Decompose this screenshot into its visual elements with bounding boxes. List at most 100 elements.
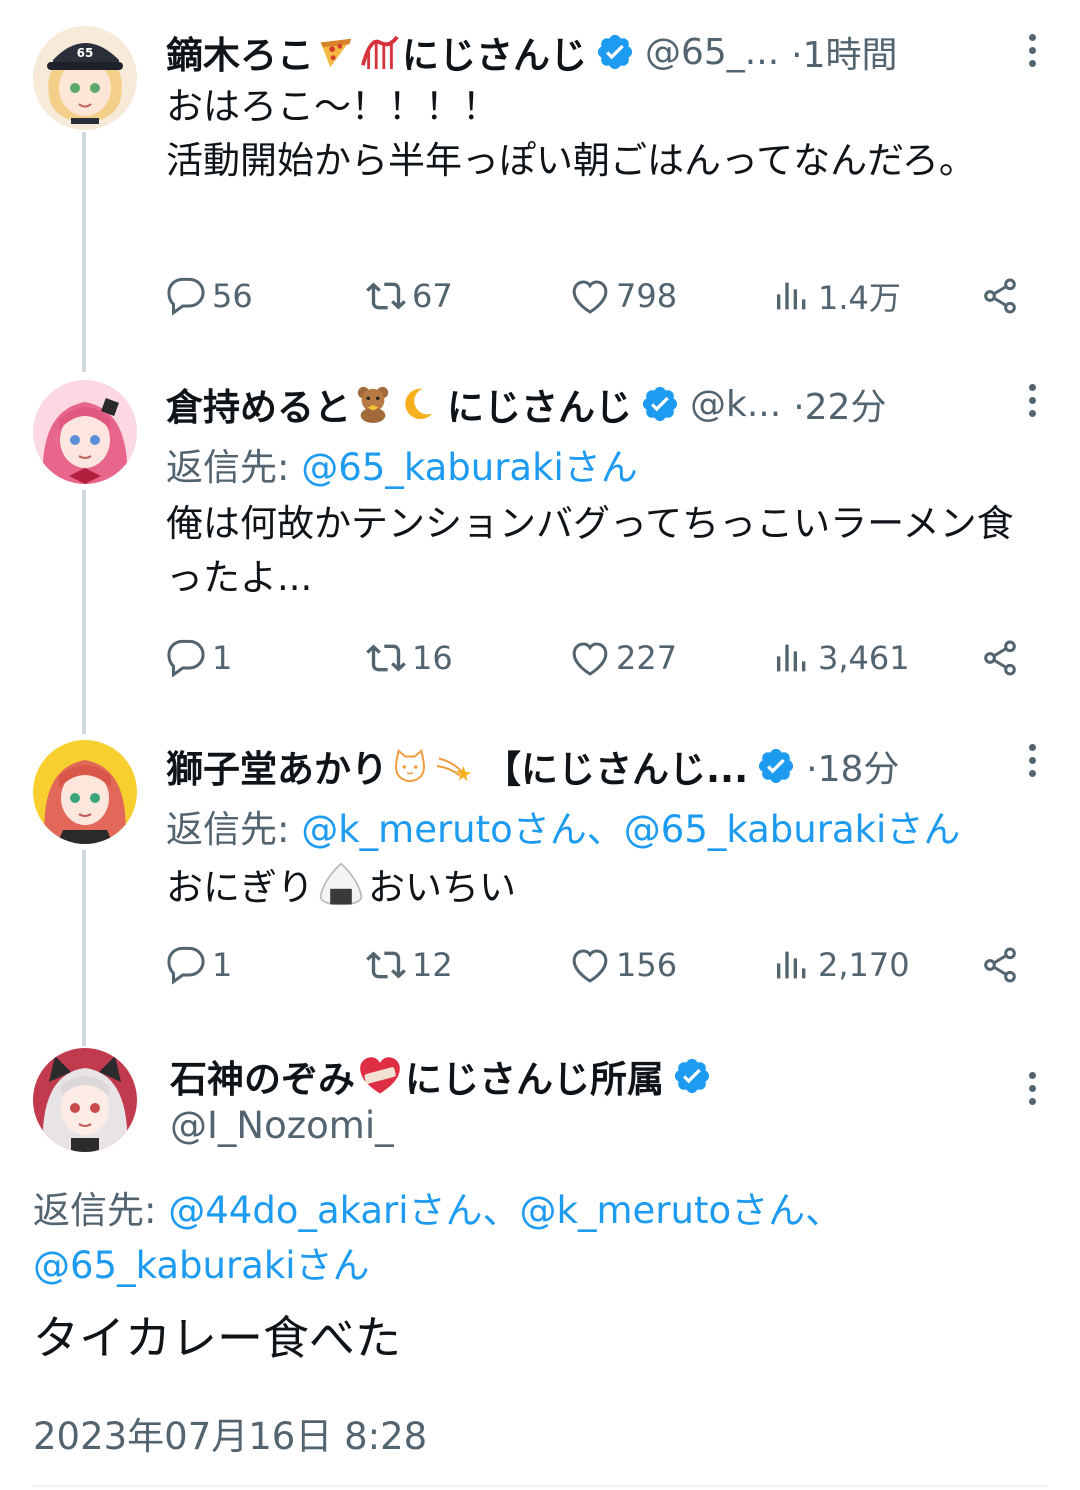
- handle[interactable]: @65_...: [645, 32, 779, 73]
- retweet-button[interactable]: 12: [366, 940, 453, 990]
- view-count: 3,461: [818, 639, 910, 677]
- handle[interactable]: @k...: [690, 384, 781, 425]
- timestamp[interactable]: ·22分: [793, 378, 886, 430]
- retweet-count: 67: [412, 277, 453, 315]
- reply-button[interactable]: 56: [166, 271, 253, 321]
- share-button[interactable]: [980, 271, 1020, 321]
- timestamp[interactable]: ·18分: [806, 740, 899, 792]
- avatar[interactable]: [33, 740, 137, 844]
- verified-badge-icon: [597, 34, 633, 70]
- reply-to-mention[interactable]: @44do_akariさん、@k_merutoさん、: [168, 1189, 842, 1232]
- handle[interactable]: @I_Nozomi_: [170, 1104, 394, 1147]
- action-bar: 1 16 227 3,461: [166, 633, 1020, 683]
- analytics-icon: [777, 282, 806, 310]
- views-button[interactable]: 2,170: [772, 940, 910, 990]
- affiliation[interactable]: にじさんじ: [402, 25, 587, 79]
- avatar[interactable]: [33, 1048, 137, 1152]
- teddy-bear-emoji: [357, 386, 389, 423]
- like-count: 227: [616, 639, 678, 677]
- reply-icon: [167, 946, 205, 985]
- heart-icon: [572, 949, 608, 983]
- thread-line: [82, 850, 86, 1046]
- views-button[interactable]: 3,461: [772, 633, 910, 683]
- affiliation[interactable]: にじさんじ: [447, 377, 632, 431]
- retweet-icon: [366, 644, 406, 672]
- tweet-text: タイカレー食べた: [33, 1311, 401, 1365]
- reply-count: 1: [212, 639, 233, 677]
- share-button[interactable]: [980, 633, 1020, 683]
- views-button[interactable]: 1.4万: [772, 271, 901, 321]
- roller-coaster-emoji: [361, 35, 399, 70]
- avatar-image: [33, 380, 137, 484]
- like-button[interactable]: 227: [570, 633, 677, 683]
- more-options-icon[interactable]: [1026, 384, 1038, 424]
- rice-ball-emoji: [319, 862, 363, 906]
- reply-count: 56: [212, 277, 253, 315]
- reply-to: 返信先: @k_merutoさん、@65_kaburakiさん: [166, 799, 960, 853]
- reply-to-mention[interactable]: @k_merutoさん、@65_kaburakiさん: [301, 808, 960, 851]
- like-button[interactable]: 798: [570, 271, 677, 321]
- retweet-button[interactable]: 67: [366, 271, 453, 321]
- verified-badge-icon: [674, 1058, 710, 1094]
- reply-to-label: 返信先:: [166, 446, 290, 489]
- display-name[interactable]: 石神のぞみ: [170, 1049, 355, 1103]
- reply-to-mention[interactable]: @65_kaburakiさん: [301, 446, 638, 489]
- verified-badge-icon: [642, 386, 678, 422]
- svg-text:65: 65: [77, 46, 94, 60]
- affiliation[interactable]: にじさんじ所属: [405, 1049, 664, 1103]
- tweet-text-part: おにぎり: [166, 866, 314, 909]
- retweet-count: 16: [412, 639, 453, 677]
- reply-icon: [167, 639, 205, 678]
- post-timestamp[interactable]: 2023年07月16日 8:28: [33, 1406, 427, 1460]
- share-icon: [984, 947, 1016, 983]
- timestamp[interactable]: ·1時間: [791, 26, 897, 78]
- like-count: 798: [616, 277, 678, 315]
- avatar-image: [33, 1048, 137, 1152]
- display-name[interactable]: 鏑木ろこ: [166, 25, 314, 79]
- reply-to: 返信先: @65_kaburakiさん: [166, 437, 638, 491]
- reply-to-mention[interactable]: @65_kaburakiさん: [33, 1244, 370, 1287]
- reply-to-label: 返信先:: [166, 808, 290, 851]
- avatar[interactable]: 65: [33, 26, 137, 130]
- action-bar: 1 12 156 2,170: [166, 940, 1020, 990]
- reply-to-label: 返信先:: [33, 1189, 157, 1232]
- shooting-star-emoji: [436, 757, 472, 782]
- more-options-icon[interactable]: [1026, 744, 1038, 784]
- share-icon: [984, 640, 1016, 676]
- reply-to: 返信先: @44do_akariさん、@k_merutoさん、: [33, 1180, 842, 1234]
- reply-count: 1: [212, 946, 233, 984]
- share-icon: [984, 278, 1016, 314]
- retweet-count: 12: [412, 946, 453, 984]
- view-count: 2,170: [818, 946, 910, 984]
- action-bar: 56 67 798 1.4万: [166, 271, 1020, 321]
- mending-heart-emoji: [360, 1057, 400, 1094]
- share-button[interactable]: [980, 940, 1020, 990]
- display-name[interactable]: 獅子堂あかり: [166, 739, 388, 793]
- retweet-icon: [366, 282, 406, 310]
- like-count: 156: [616, 946, 678, 984]
- like-button[interactable]: 156: [570, 940, 677, 990]
- reply-icon: [167, 277, 205, 316]
- retweet-button[interactable]: 16: [366, 633, 453, 683]
- cat-face-emoji: [395, 749, 425, 783]
- affiliation[interactable]: 【にじさんじ...: [484, 739, 748, 793]
- reply-to-continued: @65_kaburakiさん: [33, 1235, 370, 1289]
- crescent-moon-emoji: [405, 388, 433, 420]
- reply-button[interactable]: 1: [166, 633, 232, 683]
- analytics-icon: [777, 644, 806, 672]
- heart-icon: [572, 642, 608, 676]
- verified-badge-icon: [759, 748, 794, 784]
- more-options-icon[interactable]: [1026, 1072, 1038, 1112]
- tweet-text: おはろこ〜！！！！ 活動開始から半年っぽい朝ごはんってなんだろ。: [166, 85, 976, 182]
- tweet-text-part: おいちい: [368, 866, 516, 909]
- retweet-icon: [366, 951, 406, 979]
- reply-button[interactable]: 1: [166, 940, 232, 990]
- heart-icon: [572, 280, 608, 314]
- thread-line: [82, 490, 86, 734]
- analytics-icon: [777, 951, 806, 979]
- more-options-icon[interactable]: [1026, 34, 1038, 74]
- thread-line: [82, 132, 86, 372]
- display-name[interactable]: 倉持めると: [166, 377, 351, 431]
- avatar[interactable]: [33, 380, 137, 484]
- tweet-text: 俺は何故かテンションバグってちっこいラーメン食ったよ...: [166, 502, 1014, 599]
